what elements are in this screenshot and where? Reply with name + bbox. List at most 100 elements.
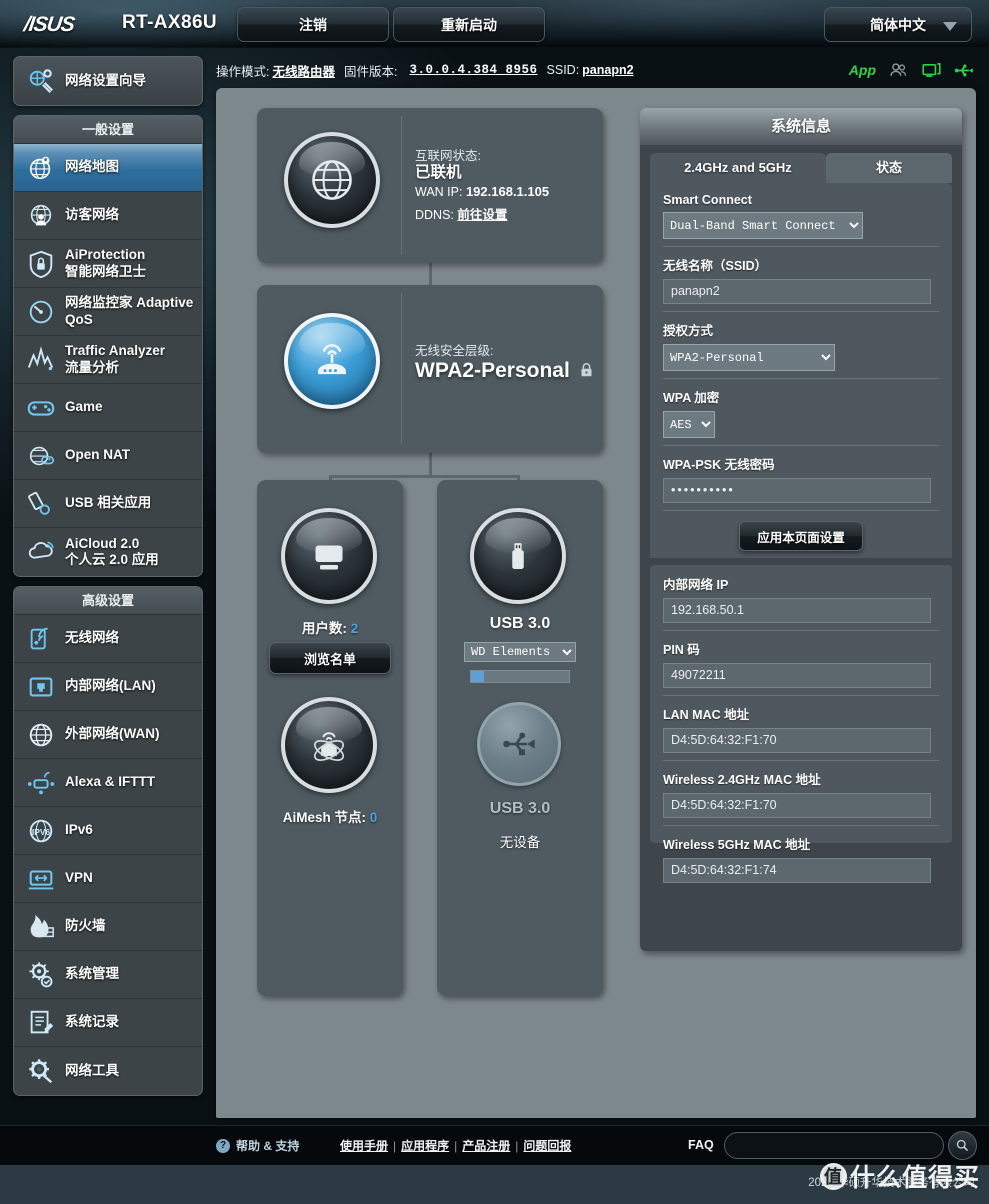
sidebar-item-lan[interactable]: 内部网络(LAN) <box>14 663 202 711</box>
sidebar-item-network-map[interactable]: 网络地图 <box>14 144 202 192</box>
sidebar-item-adaptive-qos[interactable]: 网络监控家 Adaptive QoS <box>14 288 202 336</box>
shield-icon <box>29 250 53 278</box>
sidebar-item-label: 外部网络(WAN) <box>65 726 160 742</box>
sidebar-item-game[interactable]: Game <box>14 384 202 432</box>
logout-button[interactable]: 注销 <box>237 7 389 42</box>
sidebar-item-label: 网络监控家 Adaptive QoS <box>65 295 193 328</box>
router-security-card[interactable]: 无线安全层级: WPA2-Personal <box>257 285 603 453</box>
sidebar-item-network-tools[interactable]: 网络工具 <box>14 1047 202 1095</box>
ssid-input[interactable]: panapn2 <box>663 279 931 304</box>
faq-search-input[interactable] <box>724 1132 944 1159</box>
ddns-setup-link[interactable]: 前往设置 <box>457 208 507 222</box>
usb-port2-title: USB 3.0 <box>489 800 551 817</box>
sidebar-item-label: AiCloud 2.0 个人云 2.0 应用 <box>65 536 159 569</box>
operation-mode-value[interactable]: 无线路由器 <box>272 61 335 80</box>
lock-icon <box>581 363 592 377</box>
watermark-text: 什么值得买 <box>849 1164 980 1192</box>
app-link[interactable]: App <box>849 62 876 78</box>
sidebar-item-label: 访客网络 <box>65 207 119 223</box>
tab-status[interactable]: 状态 <box>826 153 952 183</box>
sidebar-item-label: VPN <box>65 870 93 886</box>
auth-method-label: 授权方式 <box>663 324 714 338</box>
clients-users-icon[interactable] <box>888 60 909 81</box>
sidebar-item-open-nat[interactable]: Open NAT <box>14 432 202 480</box>
sidebar-item-administration[interactable]: 系统管理 <box>14 951 202 999</box>
sidebar-item-label-main: Traffic Analyzer <box>65 343 166 359</box>
smart-connect-select[interactable]: Dual-Band Smart Connect <box>663 212 863 239</box>
aimesh-icon <box>281 697 377 793</box>
aimesh-label: AiMesh 节点: <box>282 810 366 825</box>
usb-icon[interactable] <box>954 60 975 81</box>
help-support-link[interactable]: ? 帮助 & 支持 <box>216 1137 299 1154</box>
sidebar-item-vpn[interactable]: VPN <box>14 855 202 903</box>
sidebar-item-label-sub: 流量分析 <box>65 359 119 375</box>
sidebar-item-wan[interactable]: 外部网络(WAN) <box>14 711 202 759</box>
footer-link-registration[interactable]: 产品注册 <box>462 1137 510 1154</box>
internet-status-card[interactable]: 互联网状态: 已联机 WAN IP: 192.168.1.105 DDNS: 前… <box>257 108 603 263</box>
link-separator: | <box>454 1138 458 1153</box>
top-bar: /ISUS RT-AX86U 注销 重新启动 简体中文 <box>0 0 989 48</box>
guest-network-icon <box>30 204 52 225</box>
tab-wireless-bands[interactable]: 2.4GHz and 5GHz <box>650 153 826 183</box>
wireless-settings-form: Smart Connect Dual-Band Smart Connect 无线… <box>650 183 952 558</box>
reboot-button[interactable]: 重新启动 <box>393 7 545 42</box>
language-selector[interactable]: 简体中文 <box>824 7 972 42</box>
form-divider <box>663 510 939 511</box>
monitor-screen-icon[interactable] <box>921 60 942 81</box>
card-divider <box>401 293 402 445</box>
sidebar-advanced-header: 高级设置 <box>14 587 202 615</box>
sidebar-item-traffic-analyzer[interactable]: Traffic Analyzer 流量分析 <box>14 336 202 384</box>
faq-label: FAQ <box>688 1138 714 1152</box>
sidebar-item-alexa-ifttt[interactable]: Alexa & IFTTT <box>14 759 202 807</box>
sidebar-item-aiprotection[interactable]: AiProtection 智能网络卫士 <box>14 240 202 288</box>
sidebar-item-system-log[interactable]: 系统记录 <box>14 999 202 1047</box>
usb-symbol-icon <box>477 702 561 786</box>
sidebar-item-wizard[interactable]: 网络设置向导 <box>14 57 202 105</box>
sidebar-item-firewall[interactable]: 防火墙 <box>14 903 202 951</box>
sidebar-item-label-sub: QoS <box>65 311 93 327</box>
wpa-encryption-select[interactable]: AES <box>663 411 715 438</box>
footer-link-manual[interactable]: 使用手册 <box>340 1137 388 1154</box>
sidebar-item-aicloud[interactable]: AiCloud 2.0 个人云 2.0 应用 <box>14 528 202 576</box>
aimesh-count-value: 0 <box>369 810 378 825</box>
firmware-version-value[interactable]: 3.0.0.4.384_8956 <box>409 63 537 77</box>
sidebar-item-ipv6[interactable]: IPV6 IPv6 <box>14 807 202 855</box>
sidebar-item-wireless[interactable]: 无线网络 <box>14 615 202 663</box>
sidebar-item-guest-network[interactable]: 访客网络 <box>14 192 202 240</box>
open-nat-icon <box>29 446 55 465</box>
sidebar-item-label-sub: 个人云 2.0 应用 <box>65 552 159 567</box>
link-separator: | <box>515 1138 519 1153</box>
footer-link-feedback[interactable]: 问题回报 <box>523 1137 571 1154</box>
chevron-down-icon <box>943 22 957 31</box>
usb-usage-progress-fill <box>471 671 484 682</box>
wpa-psk-input[interactable]: •••••••••• <box>663 478 931 503</box>
form-divider <box>663 311 939 312</box>
watermark-logo-icon: 值 <box>819 1162 847 1190</box>
faq-search-button[interactable] <box>948 1131 977 1160</box>
detail-divider <box>663 695 939 696</box>
view-client-list-button[interactable]: 浏览名单 <box>269 642 391 674</box>
sidebar-item-label-sub: 智能网络卫士 <box>65 263 146 279</box>
search-icon <box>956 1139 969 1152</box>
sidebar-general-card: 一般设置 网络地图 访客网络 AiProtection 智能网络卫士 网络监控家… <box>13 115 203 577</box>
wan-globe-icon <box>29 723 53 746</box>
detail-divider <box>663 825 939 826</box>
lan-icon <box>29 677 53 696</box>
sidebar-item-label-main: AiProtection <box>65 247 146 263</box>
lan-ip-value: 192.168.50.1 <box>663 598 931 623</box>
apply-settings-button[interactable]: 应用本页面设置 <box>739 521 863 551</box>
asus-logo: /ISUS <box>22 13 76 36</box>
clients-card[interactable]: 用户数: 2 浏览名单 AiMesh 节点: 0 <box>257 480 403 996</box>
usb-card[interactable]: USB 3.0 WD Elements 25. USB 3.0 无设备 <box>437 480 603 996</box>
network-tools-icon <box>29 1059 53 1084</box>
monitor-icon <box>281 508 377 604</box>
operation-mode-label: 操作模式: <box>216 64 270 79</box>
usb-device-select[interactable]: WD Elements 25. <box>464 642 576 662</box>
footer-link-utility[interactable]: 应用程序 <box>401 1137 449 1154</box>
sidebar-item-usb-application[interactable]: USB 相关应用 <box>14 480 202 528</box>
auth-method-select[interactable]: WPA2-Personal <box>663 344 835 371</box>
internet-status-value: 已联机 <box>415 164 462 181</box>
ssid-value[interactable]: panapn2 <box>582 63 633 77</box>
sidebar-item-label: AiProtection 智能网络卫士 <box>65 247 146 280</box>
sidebar-item-label: Traffic Analyzer 流量分析 <box>65 343 165 376</box>
